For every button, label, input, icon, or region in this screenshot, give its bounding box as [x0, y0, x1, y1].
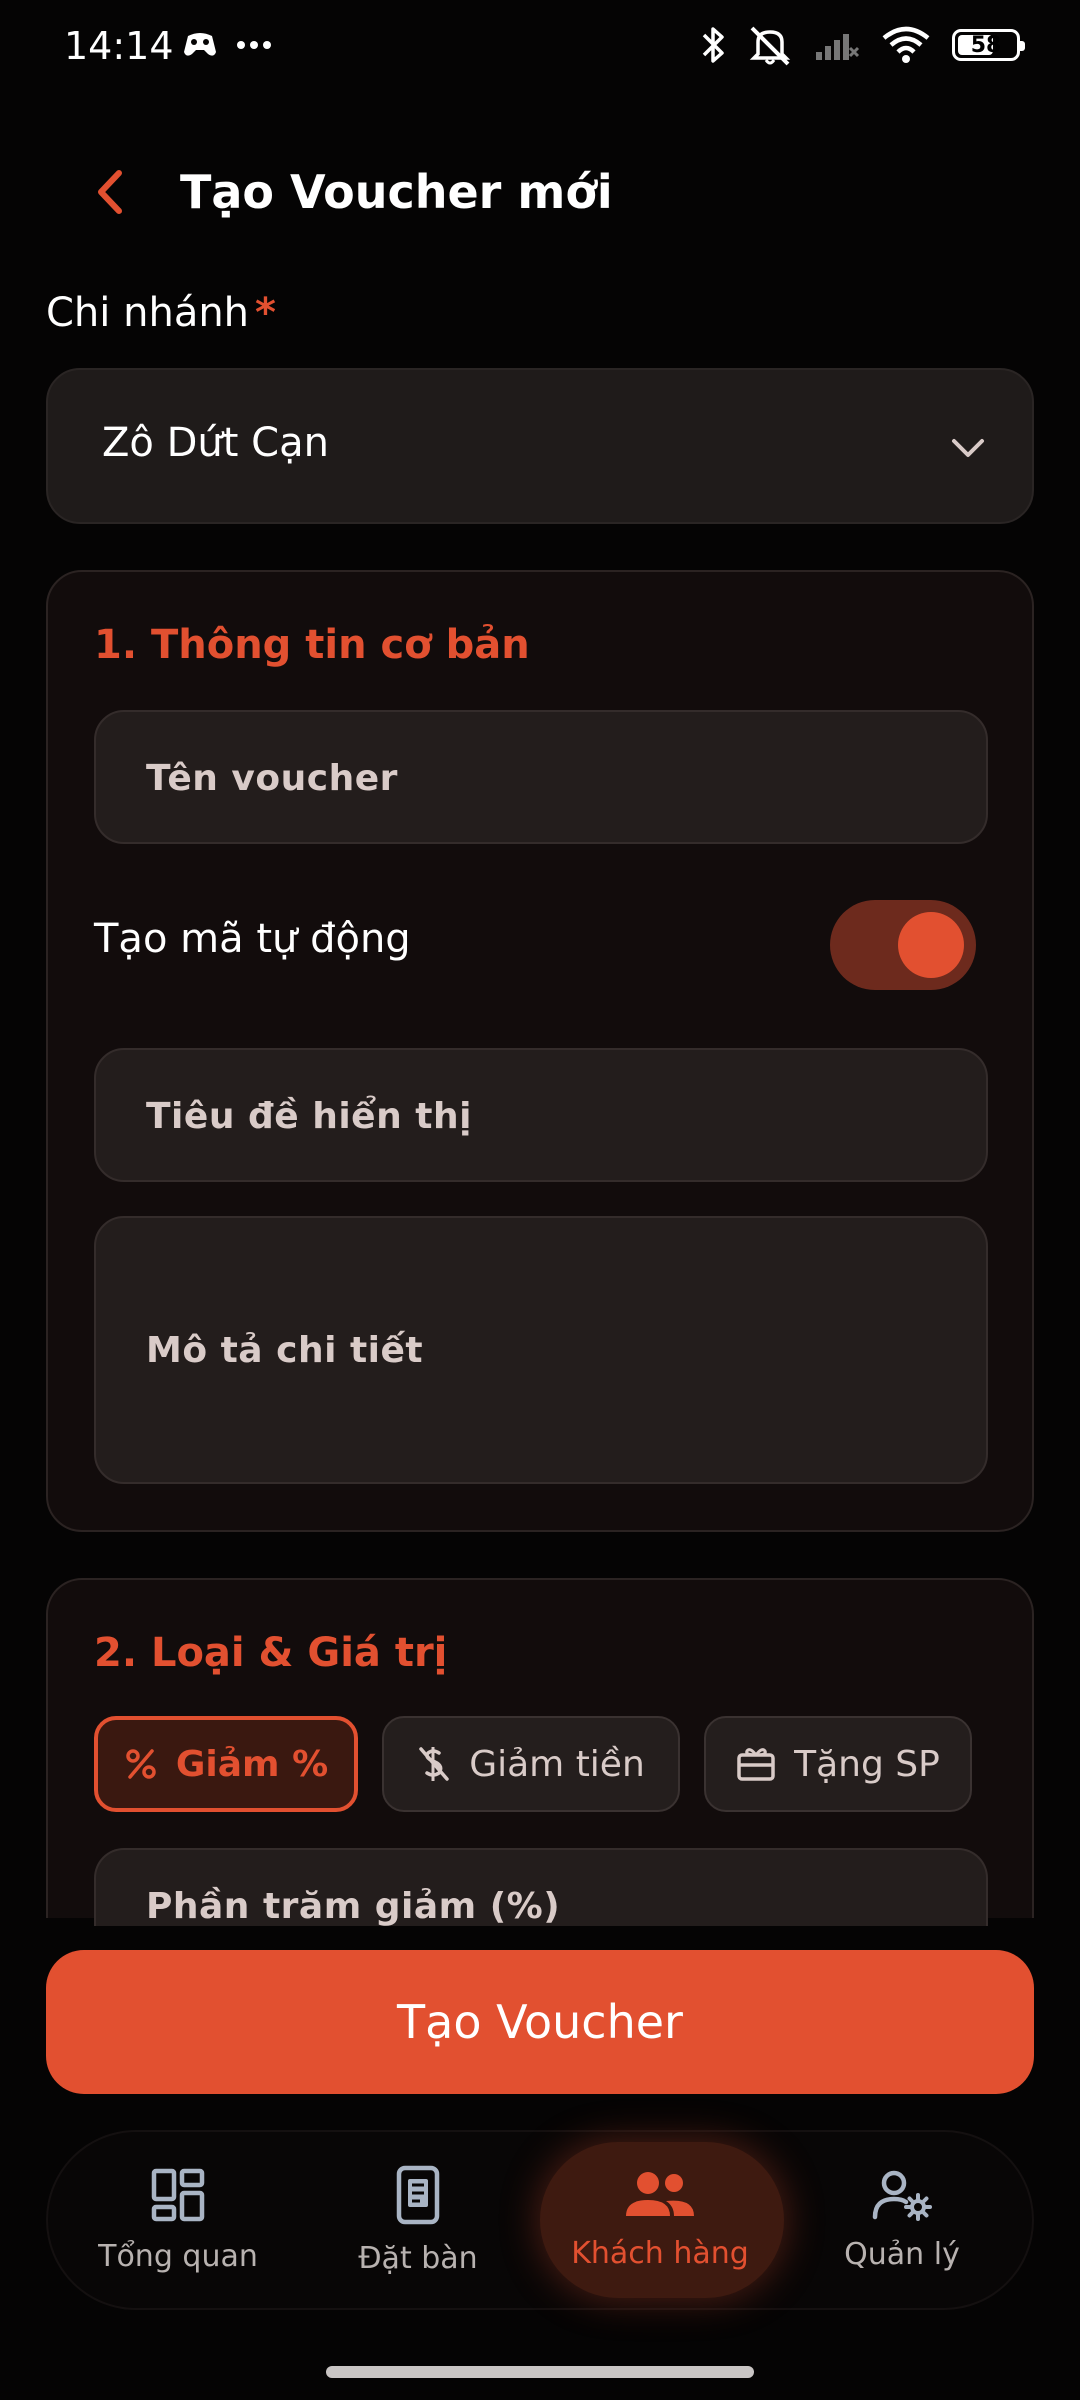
type-chip-gift-label: Tặng SP [794, 1743, 940, 1785]
manage-user-icon [872, 2170, 932, 2221]
chevron-left-icon [98, 170, 122, 214]
section-title-basic: 1. Thông tin cơ bản [94, 622, 530, 668]
nav-label-overview: Tổng quan [98, 2238, 258, 2274]
home-indicator[interactable] [326, 2366, 754, 2378]
create-voucher-button[interactable]: Tạo Voucher [46, 1950, 1034, 2094]
battery-level: 58 [970, 32, 1002, 58]
page-title: Tạo Voucher mới [180, 165, 613, 219]
required-mark: * [255, 290, 276, 336]
percent-label: Phần trăm giảm (%) [146, 1886, 561, 1927]
type-chip-amount-label: Giảm tiền [469, 1743, 645, 1785]
branch-label-text: Chi nhánh [46, 290, 250, 336]
bottom-navigation: Tổng quan Đặt bàn Khách hàng Quản lý [46, 2130, 1034, 2310]
type-chip-amount[interactable]: Giảm tiền [382, 1716, 680, 1812]
bluetooth-icon [702, 27, 724, 63]
status-left-icons [182, 30, 272, 60]
more-dots-icon [237, 41, 271, 49]
voucher-type-chips: Giảm % Giảm tiền Tặng SP [94, 1716, 972, 1812]
type-chip-percent-label: Giảm % [175, 1743, 329, 1785]
type-chip-percent[interactable]: Giảm % [94, 1716, 358, 1812]
type-value-card: 2. Loại & Giá trị Giảm % Giảm tiền Tặng … [46, 1578, 1034, 1968]
status-right-icons: 58 [700, 24, 1025, 66]
type-chip-gift[interactable]: Tặng SP [704, 1716, 972, 1812]
nav-label-manage: Quản lý [844, 2236, 960, 2272]
percent-icon [126, 1749, 156, 1779]
mute-icon [749, 26, 791, 66]
auto-code-toggle[interactable] [830, 900, 976, 990]
nav-item-customers[interactable]: Khách hàng [540, 2130, 780, 2310]
wifi-icon [882, 26, 930, 63]
game-controller-icon [184, 33, 216, 56]
nav-item-booking[interactable]: Đặt bàn [298, 2130, 538, 2310]
signal-icon [816, 34, 860, 60]
description-input[interactable]: Mô tả chi tiết [94, 1216, 988, 1484]
battery-icon: 58 [952, 29, 1025, 61]
nav-label-booking: Đặt bàn [358, 2240, 478, 2276]
branch-label: Chi nhánh * [46, 290, 276, 336]
nav-label-customers: Khách hàng [571, 2235, 749, 2271]
basic-info-card: 1. Thông tin cơ bản Tên voucher Tạo mã t… [46, 570, 1034, 1532]
app-header: Tạo Voucher mới [0, 150, 1080, 234]
status-bar: 14:14 58 [0, 0, 1080, 96]
gift-card-icon [737, 1748, 775, 1781]
description-label: Mô tả chi tiết [146, 1330, 424, 1371]
dashboard-icon [151, 2168, 205, 2221]
display-title-label: Tiêu đề hiển thị [146, 1096, 472, 1137]
auto-code-label: Tạo mã tự động [94, 916, 411, 962]
display-title-input[interactable]: Tiêu đề hiển thị [94, 1048, 988, 1182]
status-time: 14:14 [64, 24, 174, 68]
nav-item-manage[interactable]: Quản lý [782, 2130, 1022, 2310]
section-title-type: 2. Loại & Giá trị [94, 1630, 448, 1676]
nav-item-overview[interactable]: Tổng quan [58, 2130, 298, 2310]
money-off-icon [419, 1747, 449, 1781]
customers-icon [626, 2171, 694, 2216]
branch-selected-value: Zô Dứt Cạn [102, 420, 329, 466]
back-button[interactable] [78, 160, 142, 224]
voucher-name-label: Tên voucher [146, 758, 398, 799]
toggle-knob [898, 912, 964, 978]
voucher-name-input[interactable]: Tên voucher [94, 710, 988, 844]
table-booking-icon [396, 2165, 440, 2224]
chevron-down-icon [952, 439, 984, 457]
branch-select[interactable]: Zô Dứt Cạn [46, 368, 1034, 524]
